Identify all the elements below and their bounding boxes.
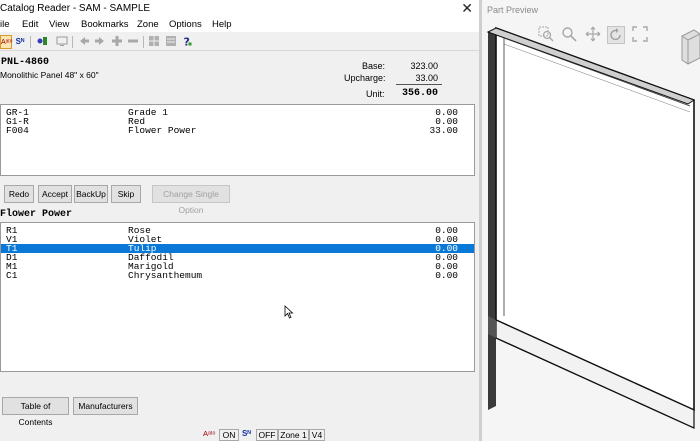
status-bar: Aᵃᵗᵒ ON Sᴺ OFF Zone 1 V4	[0, 428, 479, 441]
sn-status-icon: Sᴺ	[242, 429, 251, 438]
grid-icon[interactable]	[148, 35, 160, 49]
list-item[interactable]: M1 Marigold 0.00	[1, 262, 474, 272]
toolbar-divider	[30, 36, 31, 48]
preview-title: Part Preview	[487, 5, 539, 15]
option-name: Chrysanthemum	[128, 270, 203, 281]
list-item[interactable]: C1 Chrysanthemum 0.00	[1, 270, 474, 281]
list-item[interactable]: GR-1 Grade 1 0.00	[1, 108, 474, 118]
upcharge-value: 33.00	[415, 73, 438, 83]
options-list[interactable]: R1 Rose 0.00 V1 Violet 0.00 T1 Tulip 0.0…	[0, 222, 475, 372]
list-item[interactable]: V1 Violet 0.00	[1, 235, 474, 245]
list-item[interactable]: D1 Daffodil 0.00	[1, 253, 474, 263]
part-code: PNL-4860	[1, 57, 50, 68]
redo-button[interactable]: Redo	[4, 185, 34, 203]
auto-status-icon: Aᵃᵗᵒ	[203, 429, 216, 438]
list-item-selected[interactable]: T1 Tulip 0.00	[1, 244, 474, 253]
part-header: PNL-4860 Monolithic Panel 48" x 60" Base…	[0, 53, 479, 103]
menu-help[interactable]: Help	[212, 19, 232, 30]
toolbar-divider	[143, 36, 144, 48]
list-item[interactable]: R1 Rose 0.00	[1, 226, 474, 236]
toolbar: Aᵃᵗᵒ Sᴺ ?	[0, 33, 479, 51]
arrow-right-icon[interactable]	[94, 35, 106, 49]
arrow-left-icon[interactable]	[78, 35, 90, 49]
manufacturers-button[interactable]: Manufacturers	[73, 397, 138, 415]
menu-view[interactable]: View	[49, 19, 69, 30]
selections-list[interactable]: GR-1 Grade 1 0.00 G1-R Red 0.00 F004 Flo…	[0, 104, 475, 176]
backup-button[interactable]: BackUp	[74, 185, 108, 203]
menu-bar: ile Edit View Bookmarks Zone Options Hel…	[0, 19, 479, 32]
menu-zone[interactable]: Zone	[137, 19, 159, 30]
sn-status[interactable]: OFF	[256, 429, 278, 441]
list-icon[interactable]	[165, 35, 177, 49]
panel-3d-model	[486, 26, 696, 429]
table-of-contents-button[interactable]: Table of Contents	[2, 397, 69, 427]
option-group-title: Flower Power	[0, 209, 73, 220]
list-item[interactable]: G1-R Red 0.00	[1, 117, 474, 127]
unit-value: 356.00	[401, 88, 438, 99]
option-code: F004	[6, 125, 29, 136]
accept-button[interactable]: Accept	[38, 185, 72, 203]
part-preview-panel: Part Preview	[482, 0, 700, 441]
base-value: 323.00	[410, 61, 438, 71]
window-title: Catalog Reader - SAM - SAMPLE	[0, 3, 151, 14]
list-item[interactable]: F004 Flower Power 33.00	[1, 125, 474, 136]
auto-status[interactable]: ON	[219, 429, 239, 441]
menu-bookmarks[interactable]: Bookmarks	[81, 19, 129, 30]
plus-icon[interactable]	[111, 35, 123, 49]
part-description: Monolithic Panel 48" x 60"	[0, 70, 99, 80]
change-single-option-button[interactable]: Change Single Option	[152, 185, 230, 215]
option-price: 33.00	[429, 125, 458, 136]
monitor-icon[interactable]	[56, 35, 68, 49]
menu-edit[interactable]: Edit	[22, 19, 38, 30]
option-name: Flower Power	[128, 125, 197, 136]
close-icon[interactable]: ✕	[461, 0, 473, 17]
minus-icon[interactable]	[127, 35, 139, 49]
menu-file[interactable]: ile	[0, 19, 10, 30]
mouse-cursor-icon	[284, 305, 294, 319]
total-rule	[396, 84, 442, 85]
help-icon[interactable]: ?	[181, 35, 193, 49]
option-code: C1	[6, 270, 18, 281]
catalog-reader-window: Catalog Reader - SAM - SAMPLE ✕ ile Edit…	[0, 0, 479, 441]
zone-status[interactable]: Zone 1	[278, 429, 309, 441]
menu-options[interactable]: Options	[169, 19, 202, 30]
title-bar: Catalog Reader - SAM - SAMPLE ✕	[0, 0, 479, 19]
toolbar-divider	[72, 36, 73, 48]
tool-icon[interactable]	[36, 35, 48, 49]
auto-toggle-button[interactable]: Aᵃᵗᵒ	[0, 35, 12, 49]
sn-toggle-button[interactable]: Sᴺ	[14, 35, 26, 49]
version-status: V4	[309, 429, 325, 441]
skip-button[interactable]: Skip	[111, 185, 141, 203]
option-price: 0.00	[435, 270, 458, 281]
